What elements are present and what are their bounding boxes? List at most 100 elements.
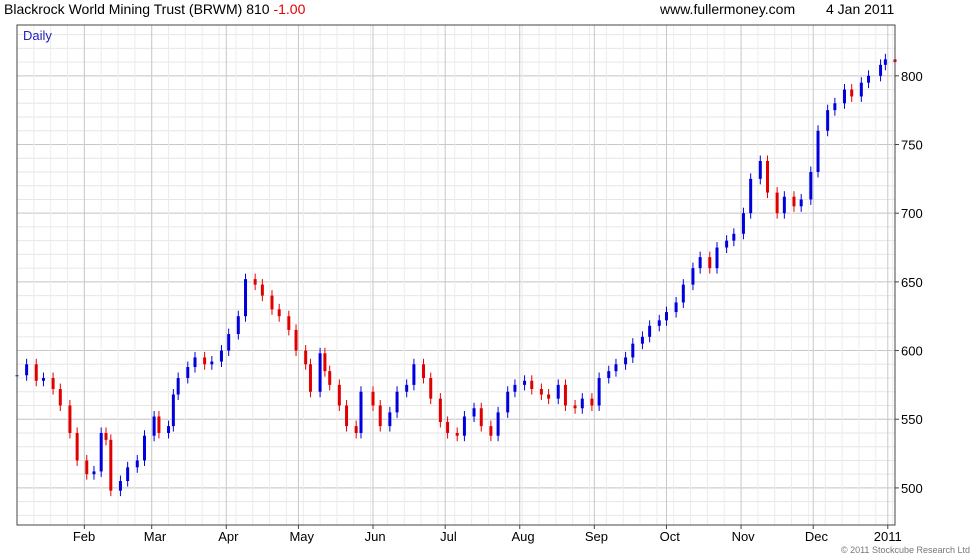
candle-body (236, 316, 240, 335)
candle-body (58, 389, 62, 406)
candle-body (523, 380, 527, 385)
candle-body (496, 412, 500, 436)
candle-body (253, 279, 257, 285)
candle-body (640, 336, 644, 344)
candle-body (412, 364, 416, 385)
candle-body (219, 350, 223, 362)
candle-body (850, 89, 854, 97)
candle-body (657, 320, 661, 326)
candle-body (227, 334, 231, 351)
period-label: Daily (23, 28, 52, 43)
candle-body (631, 343, 635, 358)
candle-body (186, 367, 190, 379)
candle-body (556, 384, 560, 399)
candle-body (446, 421, 450, 433)
candle-body (378, 405, 382, 427)
candle-body (842, 89, 846, 104)
candle-body (328, 371, 332, 385)
x-tick-label: Jun (365, 529, 386, 544)
y-axis: 500 550 600 650 700 750 800 (895, 69, 923, 496)
candle-body (34, 364, 38, 381)
x-tick-label: Sep (585, 529, 608, 544)
candle-body (624, 357, 628, 365)
candle-body (732, 233, 736, 241)
candle-body (287, 316, 291, 330)
candle-body (708, 257, 712, 269)
candle-body (455, 432, 459, 436)
y-tick-label: 550 (901, 412, 923, 427)
candle-body (614, 364, 618, 372)
candle-body (859, 82, 863, 97)
candle-body (126, 467, 130, 482)
candle-body (479, 408, 483, 427)
candle-body (152, 416, 156, 436)
candle-body (405, 384, 409, 392)
x-tick-label: 2011 (874, 529, 902, 544)
candle-body (573, 405, 577, 409)
x-tick-label: Feb (73, 529, 95, 544)
candle-body (429, 378, 433, 399)
candle-body (809, 171, 813, 200)
candle-body (85, 460, 89, 475)
y-tick-label: 600 (901, 344, 923, 359)
candle-body (799, 199, 803, 207)
candle-body (816, 130, 820, 172)
candle-body (438, 398, 442, 422)
candle-body (664, 312, 668, 321)
candle-body (833, 103, 837, 111)
y-tick-label: 800 (901, 69, 923, 84)
candle-body (691, 268, 695, 285)
candle-body (539, 389, 543, 395)
candle-body (277, 309, 281, 317)
candle-body (674, 302, 678, 313)
candle-body (41, 378, 45, 381)
x-tick-label: Apr (218, 529, 239, 544)
candle-body (270, 295, 274, 310)
candle-body (530, 380, 534, 390)
candle-body (176, 378, 180, 395)
candle-body (92, 471, 96, 475)
candle-body (244, 279, 248, 317)
candle-body (867, 75, 871, 83)
candle-body (308, 364, 312, 392)
candle-body (167, 426, 171, 433)
candle-body (135, 460, 139, 468)
candle-body (462, 416, 466, 436)
candle-body (118, 481, 122, 491)
candle-body (109, 439, 113, 491)
candle-body (758, 160, 762, 179)
candle-body (68, 405, 72, 433)
candle-body (51, 378, 55, 390)
candle-body (395, 391, 399, 413)
candle-body (388, 412, 392, 427)
candle-body (597, 378, 601, 406)
candle-body (171, 394, 175, 427)
candle-body (345, 405, 349, 427)
candle-body (489, 426, 493, 436)
candle-body (337, 384, 341, 406)
y-tick-label: 500 (901, 481, 923, 496)
candle-body (203, 357, 207, 365)
x-tick-label: Jul (440, 529, 457, 544)
copyright-notice: © 2011 Stockcube Research Ltd (840, 545, 970, 555)
candle-body (725, 240, 729, 248)
candle-body (142, 435, 146, 461)
candle-body (547, 394, 551, 399)
x-tick-label: May (289, 529, 314, 544)
candle-body (879, 64, 883, 76)
candle-body (607, 371, 611, 379)
candle-body (792, 196, 796, 207)
candle-body (648, 325, 652, 337)
candle-body (766, 160, 770, 193)
candle-body (25, 364, 29, 376)
candle-body (826, 110, 830, 131)
candle-body (157, 416, 161, 433)
candle-body (580, 398, 584, 409)
grid-lines (16, 25, 895, 525)
x-tick-label: Oct (660, 529, 681, 544)
candle-body (681, 284, 685, 303)
candle-body (506, 391, 510, 413)
x-tick-label: Aug (511, 529, 534, 544)
candle-body (294, 329, 298, 351)
candle-body (883, 59, 887, 65)
